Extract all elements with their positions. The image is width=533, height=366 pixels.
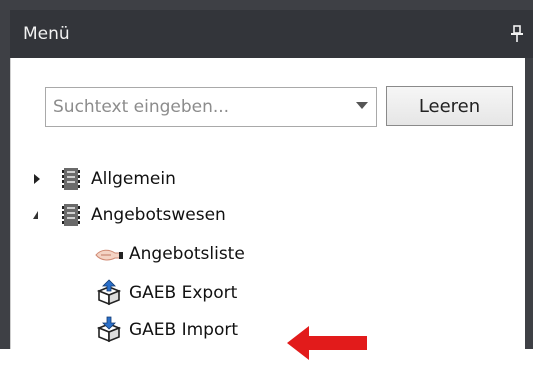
expand-arrow-icon[interactable] [34, 174, 40, 184]
panel-header: Menü [10, 10, 533, 58]
red-arrow-icon [287, 324, 369, 362]
tree-node-gaeb-export[interactable]: GAEB Export [91, 276, 391, 312]
handshake-icon [95, 247, 125, 267]
collapse-arrow-icon[interactable] [33, 211, 38, 219]
window-frame-top [0, 0, 533, 10]
tree-node-angebotswesen[interactable]: Angebotswesen [11, 198, 511, 234]
tree-node-label: GAEB Import [129, 320, 239, 340]
folder-book-icon [61, 202, 81, 232]
search-combobox[interactable] [45, 87, 377, 127]
panel-title: Menü [23, 24, 70, 44]
tree-node-angebotsliste[interactable]: Angebotsliste [91, 237, 391, 273]
pin-icon[interactable] [511, 25, 523, 43]
clear-button[interactable]: Leeren [386, 86, 513, 126]
folder-book-icon [61, 166, 81, 196]
menu-panel-body: Leeren Allgemein [10, 58, 525, 360]
tree-node-label: Allgemein [91, 169, 176, 189]
panel-right-edge [525, 58, 533, 349]
tree-node-label: Angebotswesen [91, 205, 226, 225]
tree-node-allgemein[interactable]: Allgemein [11, 162, 511, 198]
box-import-icon [95, 316, 123, 348]
tree-node-label: GAEB Export [129, 283, 238, 303]
tree-node-label: Angebotsliste [129, 244, 245, 264]
tree-node-gaeb-import[interactable]: GAEB Import [91, 313, 281, 349]
search-input[interactable] [46, 88, 336, 126]
chevron-down-icon[interactable] [356, 102, 368, 109]
window-frame-left [0, 0, 10, 349]
box-export-icon [95, 279, 123, 311]
